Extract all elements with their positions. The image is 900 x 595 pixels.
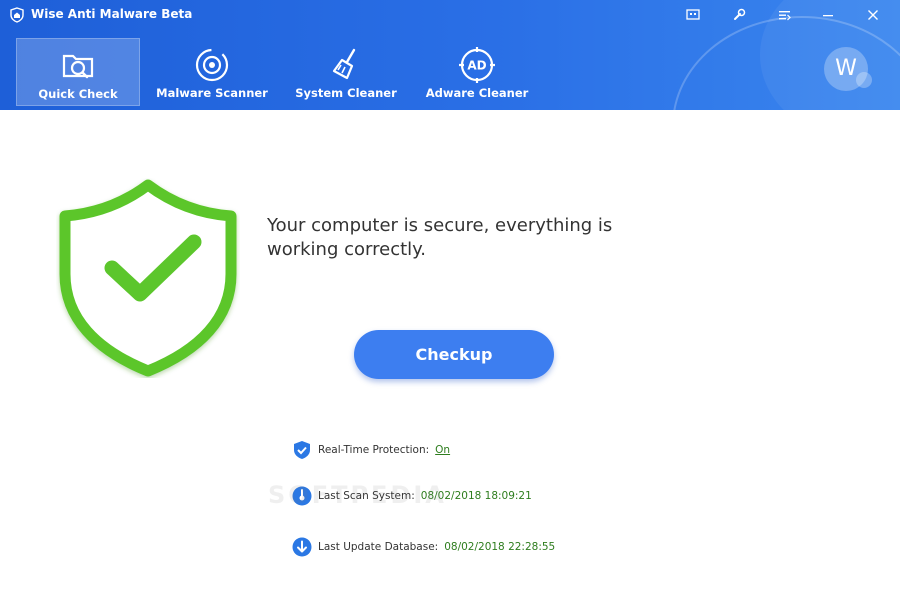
info-label: Real-Time Protection: bbox=[318, 444, 430, 456]
info-row-realtime-protection: Real-Time Protection: On bbox=[291, 439, 450, 461]
tab-label: Quick Check bbox=[38, 87, 118, 101]
app-window: Wise Anti Malware Beta Quick Check Malwa… bbox=[0, 0, 900, 595]
last-update-value: 08/02/2018 22:28:55 bbox=[444, 541, 556, 553]
tab-label: System Cleaner bbox=[295, 86, 397, 100]
menu-button[interactable] bbox=[772, 4, 796, 26]
shield-check-large-icon bbox=[59, 179, 237, 377]
info-label: Last Update Database: bbox=[318, 541, 439, 553]
close-button[interactable] bbox=[861, 4, 885, 26]
tab-adware-cleaner[interactable]: AD Adware Cleaner bbox=[415, 38, 539, 106]
settings-button[interactable] bbox=[727, 4, 751, 26]
feedback-button[interactable] bbox=[681, 4, 705, 26]
minimize-icon bbox=[823, 15, 833, 17]
status-message: Your computer is secure, everything is w… bbox=[267, 215, 613, 260]
ad-icon-text: AD bbox=[467, 59, 486, 73]
avatar-decoration bbox=[856, 72, 872, 88]
tab-label: Malware Scanner bbox=[156, 86, 268, 100]
feedback-icon bbox=[686, 9, 700, 20]
menu-icon bbox=[778, 11, 791, 21]
tab-label: Adware Cleaner bbox=[425, 86, 529, 100]
watermark: SOFTPEDIA bbox=[268, 481, 447, 509]
app-logo-icon bbox=[10, 7, 24, 23]
tab-system-cleaner[interactable]: System Cleaner bbox=[284, 38, 408, 106]
realtime-protection-toggle-link[interactable]: On bbox=[435, 444, 450, 456]
minimize-button[interactable] bbox=[816, 4, 840, 26]
folder-search-icon bbox=[62, 54, 94, 79]
shield-check-icon bbox=[294, 441, 310, 459]
tab-malware-scanner[interactable]: Malware Scanner bbox=[150, 38, 274, 106]
radar-icon bbox=[195, 48, 229, 82]
info-row-last-update: Last Update Database: 08/02/2018 22:28:5… bbox=[291, 536, 555, 558]
close-icon bbox=[868, 10, 878, 20]
window-title: Wise Anti Malware Beta bbox=[31, 7, 193, 21]
download-arrow-icon bbox=[292, 537, 312, 557]
ad-target-icon: AD bbox=[459, 47, 495, 83]
title-bar: Wise Anti Malware Beta bbox=[0, 0, 900, 30]
checkup-button[interactable]: Checkup bbox=[354, 330, 554, 379]
broom-icon bbox=[332, 48, 356, 80]
header-bar: Wise Anti Malware Beta Quick Check Malwa… bbox=[0, 0, 900, 110]
settings-wrench-icon bbox=[734, 8, 746, 20]
tab-quick-check[interactable]: Quick Check bbox=[16, 38, 140, 106]
